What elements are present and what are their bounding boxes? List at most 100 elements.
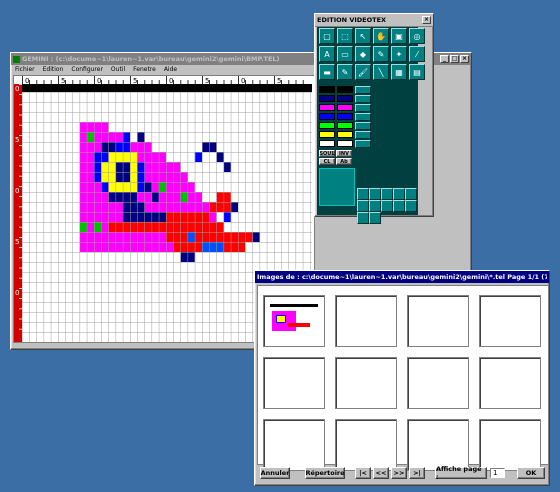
tool-select-dashed-icon[interactable]: ⬚ <box>337 28 353 44</box>
mosaic-button[interactable] <box>357 188 369 200</box>
cancel-button[interactable]: Annuler <box>260 467 290 479</box>
mode-ab-button[interactable]: Ab <box>336 158 352 165</box>
tool-hand-icon[interactable]: ✋ <box>373 28 389 44</box>
ruler-tick <box>22 76 23 84</box>
mode-inv-button[interactable]: INV <box>336 150 352 157</box>
directory-button[interactable]: Répertoire <box>305 467 345 479</box>
pixel <box>101 172 116 182</box>
tool-eyedropper-icon[interactable]: ⁄ <box>409 46 425 62</box>
color-swatch[interactable] <box>319 140 335 147</box>
grid-line <box>130 92 131 342</box>
image-thumbnail[interactable] <box>407 419 469 471</box>
tool-film-icon[interactable]: ▤ <box>409 64 425 80</box>
tool-fill-icon[interactable]: ◆ <box>355 46 371 62</box>
color-swatch[interactable] <box>337 104 353 111</box>
image-thumbnail[interactable] <box>263 357 325 409</box>
color-tool-icon[interactable] <box>355 131 371 139</box>
image-thumbnail[interactable] <box>479 419 541 471</box>
mosaic-button[interactable] <box>405 200 417 212</box>
tool-screen-icon[interactable]: ▣ <box>391 28 407 44</box>
tool-grid-icon[interactable]: ▦ <box>391 64 407 80</box>
pixel <box>252 232 260 242</box>
mosaic-button[interactable] <box>369 188 381 200</box>
color-swatch[interactable] <box>319 122 335 129</box>
ok-button[interactable]: OK <box>517 467 545 479</box>
minimize-button[interactable]: _ <box>440 55 449 63</box>
pixel <box>202 142 210 152</box>
show-page-button[interactable]: Affiche page : <box>435 465 487 481</box>
tool-line-icon[interactable]: ╲ <box>373 64 389 80</box>
ruler-top: 0 5 0 5 0 5 0 5 <box>22 76 312 85</box>
image-thumbnail[interactable] <box>263 419 325 471</box>
mosaic-button[interactable] <box>381 188 393 200</box>
image-thumbnail[interactable] <box>335 419 397 471</box>
tool-brush-icon[interactable]: 🖌 <box>355 64 371 80</box>
maximize-button[interactable]: □ <box>450 55 459 63</box>
image-thumbnail[interactable] <box>407 295 469 347</box>
image-thumbnail[interactable] <box>263 295 325 347</box>
color-swatch[interactable] <box>337 122 353 129</box>
ruler-left-label: 0 <box>15 289 19 297</box>
color-swatch[interactable] <box>337 140 353 147</box>
menu-outil[interactable]: Outil <box>107 66 129 73</box>
color-tool-icon[interactable] <box>355 104 371 112</box>
image-thumbnail[interactable] <box>335 295 397 347</box>
mosaic-button[interactable] <box>381 200 393 212</box>
mode-cl-button[interactable]: CL <box>319 158 335 165</box>
mosaic-button[interactable] <box>393 188 405 200</box>
image-thumbnail[interactable] <box>335 357 397 409</box>
menu-configurer[interactable]: Configurer <box>67 66 107 73</box>
next-page-button[interactable]: >> <box>391 467 407 479</box>
color-swatch[interactable] <box>319 131 335 138</box>
image-thumbnail[interactable] <box>407 357 469 409</box>
page-input[interactable]: 1 <box>490 468 505 478</box>
menu-edition[interactable]: Edition <box>39 66 68 73</box>
tool-pencil-icon[interactable]: ✎ <box>373 46 389 62</box>
mosaic-button[interactable] <box>393 200 405 212</box>
first-page-button[interactable]: |< <box>355 467 371 479</box>
color-swatch[interactable] <box>319 86 335 93</box>
color-swatch[interactable] <box>319 104 335 111</box>
color-swatch[interactable] <box>337 131 353 138</box>
mode-soul-button[interactable]: SOUL <box>319 150 335 157</box>
palette-titlebar[interactable]: EDITION VIDEOTEX × <box>315 14 433 27</box>
menu-fichier[interactable]: Fichier <box>11 66 39 73</box>
menu-fenetre[interactable]: Fenetre <box>129 66 160 73</box>
close-button[interactable]: × <box>460 55 469 63</box>
tool-pencil2-icon[interactable]: ✎ <box>337 64 353 80</box>
thumb-eye <box>276 315 286 323</box>
mosaic-button[interactable] <box>405 188 417 200</box>
mosaic-button[interactable] <box>357 212 369 224</box>
ruler-top-ticks: 0 5 0 5 0 5 0 5 <box>22 76 304 85</box>
tool-eye-icon[interactable]: ◎ <box>409 28 425 44</box>
color-swatch[interactable] <box>337 95 353 102</box>
color-tool-icon[interactable] <box>355 140 371 148</box>
tool-eraser-icon[interactable]: ▬ <box>319 64 335 80</box>
color-swatch[interactable] <box>319 113 335 120</box>
mosaic-button[interactable] <box>369 212 381 224</box>
tool-select-arrow-icon[interactable]: ↖ <box>355 28 371 44</box>
tool-text-icon[interactable]: A <box>319 46 335 62</box>
mosaic-button[interactable] <box>369 200 381 212</box>
image-thumbnail[interactable] <box>479 357 541 409</box>
ruler-top-label: 0 <box>25 77 29 84</box>
pixel <box>94 172 102 182</box>
color-tool-icon[interactable] <box>355 122 371 130</box>
color-swatch[interactable] <box>337 86 353 93</box>
tool-wand-icon[interactable]: ✦ <box>391 46 407 62</box>
last-page-button[interactable]: >| <box>409 467 425 479</box>
prev-page-button[interactable]: << <box>373 467 389 479</box>
color-tool-icon[interactable] <box>355 86 371 94</box>
menu-aide[interactable]: Aide <box>160 66 181 73</box>
mosaic-button[interactable] <box>357 200 369 212</box>
images-titlebar[interactable]: Images de : c:\docume~1\lauren~1.var\bur… <box>255 271 549 283</box>
image-thumbnail[interactable] <box>479 295 541 347</box>
color-swatch[interactable] <box>337 113 353 120</box>
palette-close-button[interactable]: × <box>422 16 431 24</box>
color-tool-icon[interactable] <box>355 113 371 121</box>
pixel <box>209 202 231 212</box>
tool-rect-icon[interactable]: ▭ <box>337 46 353 62</box>
tool-select-rect-icon[interactable]: ▢ <box>319 28 335 44</box>
color-tool-icon[interactable] <box>355 95 371 103</box>
color-swatch[interactable] <box>319 95 335 102</box>
